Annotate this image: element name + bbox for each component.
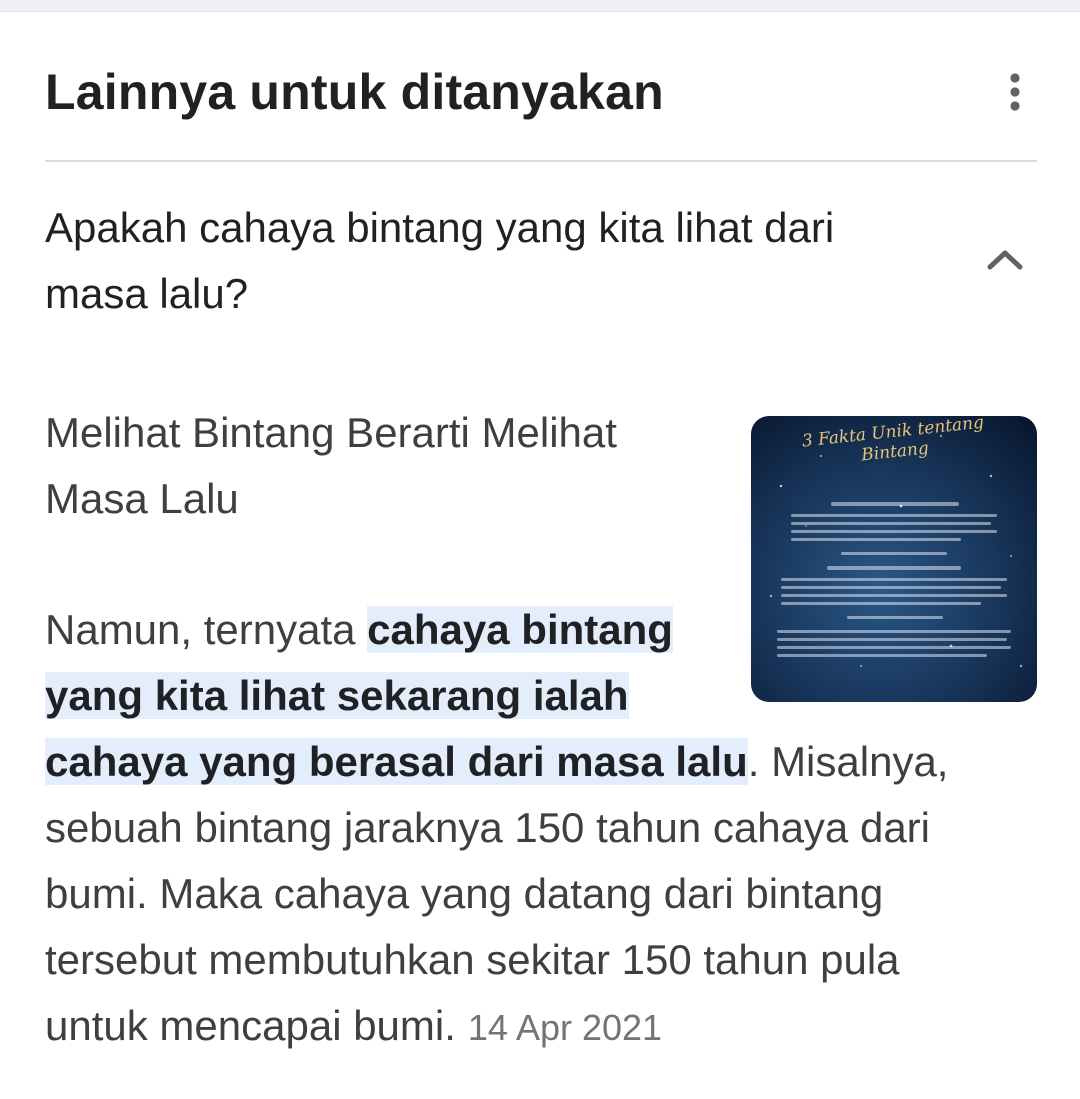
snippet-date: 14 Apr 2021	[467, 1007, 663, 1048]
more-vert-icon	[1010, 73, 1020, 111]
snippet-highlight: cahaya yang berasal dari masa lalu	[45, 738, 748, 785]
section-header: Lainnya untuk ditanyakan	[45, 60, 1035, 124]
snippet-highlight: cahaya bintang	[367, 606, 673, 653]
snippet-text: untuk mencapai bumi.	[45, 1002, 456, 1049]
more-options-button[interactable]	[995, 66, 1035, 118]
snippet-highlight: yang kita lihat sekarang ialah	[45, 672, 629, 719]
section-title: Lainnya untuk ditanyakan	[45, 64, 664, 120]
snippet-line: yang kita lihat sekarang ialah	[45, 663, 1035, 729]
snippet-line: tersebut membutuhkan sekitar 150 tahun p…	[45, 936, 900, 983]
answer-heading-line: Masa Lalu	[45, 475, 239, 522]
question-row[interactable]: Apakah cahaya bintang yang kita lihat da…	[45, 195, 1037, 330]
snippet-intro: Namun, ternyata	[45, 606, 368, 653]
question-text: Apakah cahaya bintang yang kita lihat da…	[45, 204, 835, 317]
snippet-line: bumi. Maka cahaya yang datang dari binta…	[45, 870, 884, 917]
chevron-up-icon[interactable]	[985, 243, 1025, 273]
divider	[45, 160, 1037, 162]
snippet-line: Namun, ternyata cahaya bintang	[45, 597, 1035, 663]
top-edge	[0, 0, 1080, 12]
snippet-line: sebuah bintang jaraknya 150 tahun cahaya…	[45, 804, 930, 851]
snippet-line: untuk mencapai bumi. 14 Apr 2021	[45, 993, 1035, 1061]
snippet-line: cahaya yang berasal dari masa lalu. Misa…	[45, 729, 1035, 795]
snippet-text: . Misalnya,	[747, 738, 949, 785]
answer-heading: Melihat Bintang Berarti Melihat Masa Lal…	[45, 400, 705, 532]
answer-snippet: Namun, ternyata cahaya bintang yang kita…	[45, 597, 1035, 1061]
answer-heading-line: Melihat Bintang Berarti Melihat	[45, 409, 617, 456]
